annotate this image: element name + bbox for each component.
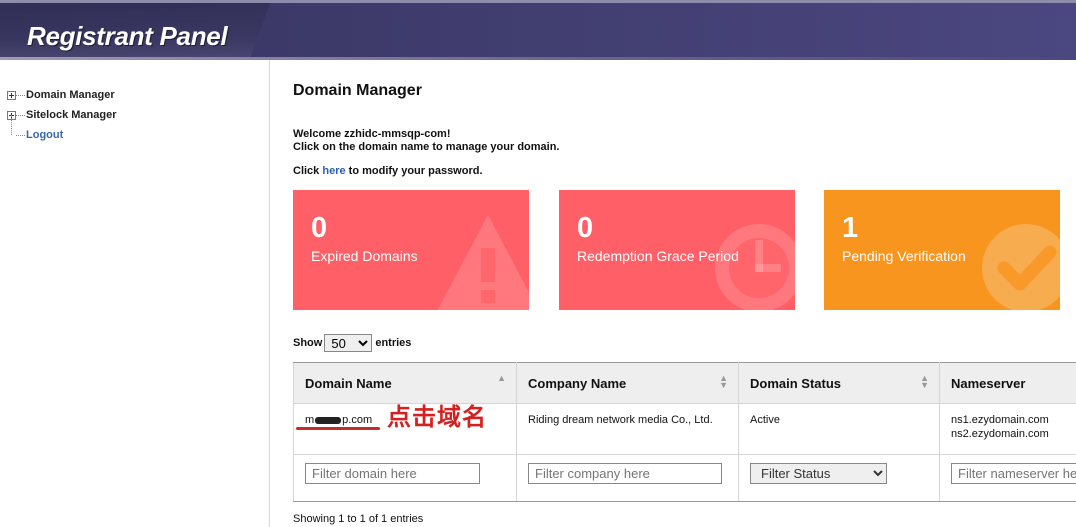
domain-text-end: p.com — [342, 414, 373, 426]
filter-company-input[interactable] — [528, 463, 722, 484]
sidebar: Domain Manager Sitelock Manager Logout — [0, 60, 270, 527]
redemption-count: 0 — [577, 212, 594, 244]
sidebar-item-sitelock-manager[interactable]: Sitelock Manager — [7, 105, 116, 125]
tree-connector — [16, 134, 25, 136]
pending-label: Pending Verification — [842, 248, 966, 264]
nameserver-1: ns1.ezydomain.com — [951, 414, 1049, 426]
filter-domain-input[interactable] — [305, 463, 480, 484]
click-domain-annotation: 点击域名 — [387, 404, 487, 431]
expand-icon[interactable] — [7, 90, 16, 100]
cell-status: Active — [738, 403, 940, 455]
filter-cell-status: Filter Status — [738, 454, 940, 502]
tree-connector — [11, 115, 12, 135]
card-redemption-grace[interactable]: 0 Redemption Grace Period — [559, 190, 795, 310]
nav-tree: Domain Manager Sitelock Manager Logout — [7, 85, 116, 145]
sidebar-item-domain-manager[interactable]: Domain Manager — [7, 85, 116, 105]
filter-row: Filter Status — [293, 454, 1076, 502]
filter-cell-domain — [293, 454, 517, 502]
welcome-text: Welcome zzhidc-mmsqp-com! Click on the d… — [293, 128, 560, 154]
domain-text-start: m — [305, 414, 315, 426]
show-label: Show — [293, 337, 323, 349]
expired-count: 0 — [311, 212, 328, 244]
pending-count: 1 — [842, 212, 859, 244]
filter-nameserver-input[interactable] — [951, 463, 1076, 484]
table-info: Showing 1 to 1 of 1 entries — [293, 513, 424, 525]
sort-icon[interactable]: ▲ ▼ — [719, 374, 728, 390]
tree-connector — [16, 94, 25, 96]
page-title: Domain Manager — [293, 82, 422, 99]
clock-icon — [715, 224, 795, 310]
warning-icon — [437, 215, 529, 310]
entries-suffix: entries — [375, 337, 412, 349]
app-title: Registrant Panel — [27, 21, 228, 51]
cell-nameserver: ns1.ezydomain.com ns2.ezydomain.com — [939, 403, 1076, 455]
domain-link[interactable]: m p.com — [305, 414, 372, 426]
entries-control: Show 50 entries — [293, 334, 411, 352]
password-hint: Click here to modify your password. — [293, 165, 483, 177]
sidebar-item-label[interactable]: Logout — [26, 129, 63, 141]
check-icon — [982, 224, 1060, 310]
card-pending-verification[interactable]: 1 Pending Verification — [824, 190, 1060, 310]
sidebar-item-label[interactable]: Sitelock Manager — [26, 109, 116, 121]
domain-table: Domain Name ▲ Company Name ▲ ▼ Domain Sta… — [293, 362, 1076, 502]
filter-cell-nameserver — [939, 454, 1076, 502]
header-banner: Registrant Panel — [0, 0, 1076, 60]
entries-select[interactable]: 50 — [324, 334, 373, 352]
column-label: Domain Status — [750, 375, 842, 391]
column-label: Company Name — [528, 375, 627, 391]
column-nameserver[interactable]: Nameserver — [939, 362, 1076, 404]
tree-connector — [16, 114, 25, 116]
password-hint-suffix: to modify your password. — [345, 165, 483, 177]
column-company-name[interactable]: Company Name ▲ ▼ — [516, 362, 739, 404]
filter-status-select[interactable]: Filter Status — [750, 463, 887, 484]
column-label: Domain Name — [305, 375, 392, 391]
sort-icon[interactable]: ▲ — [497, 374, 506, 383]
nameserver-2: ns2.ezydomain.com — [951, 428, 1049, 440]
password-hint-prefix: Click — [293, 165, 323, 177]
welcome-line: Welcome zzhidc-mmsqp-com! — [293, 128, 451, 140]
sort-icon[interactable]: ▲ ▼ — [920, 374, 929, 390]
filter-cell-company — [516, 454, 739, 502]
sidebar-item-label[interactable]: Domain Manager — [26, 89, 115, 101]
expired-label: Expired Domains — [311, 248, 418, 264]
modify-password-link[interactable]: here — [322, 165, 345, 177]
redaction-mark — [315, 416, 342, 424]
column-domain-status[interactable]: Domain Status ▲ ▼ — [738, 362, 940, 404]
red-underline-annotation — [296, 427, 380, 430]
sidebar-item-logout[interactable]: Logout — [7, 115, 116, 145]
instruction-line: Click on the domain name to manage your … — [293, 141, 560, 153]
card-expired-domains[interactable]: 0 Expired Domains — [293, 190, 529, 310]
redemption-label: Redemption Grace Period — [577, 248, 739, 264]
column-label: Nameserver — [951, 375, 1026, 391]
cell-company: Riding dream network media Co., Ltd. — [516, 403, 739, 455]
domain-table-wrapper: Domain Name ▲ Company Name ▲ ▼ Domain Sta… — [293, 362, 1076, 502]
